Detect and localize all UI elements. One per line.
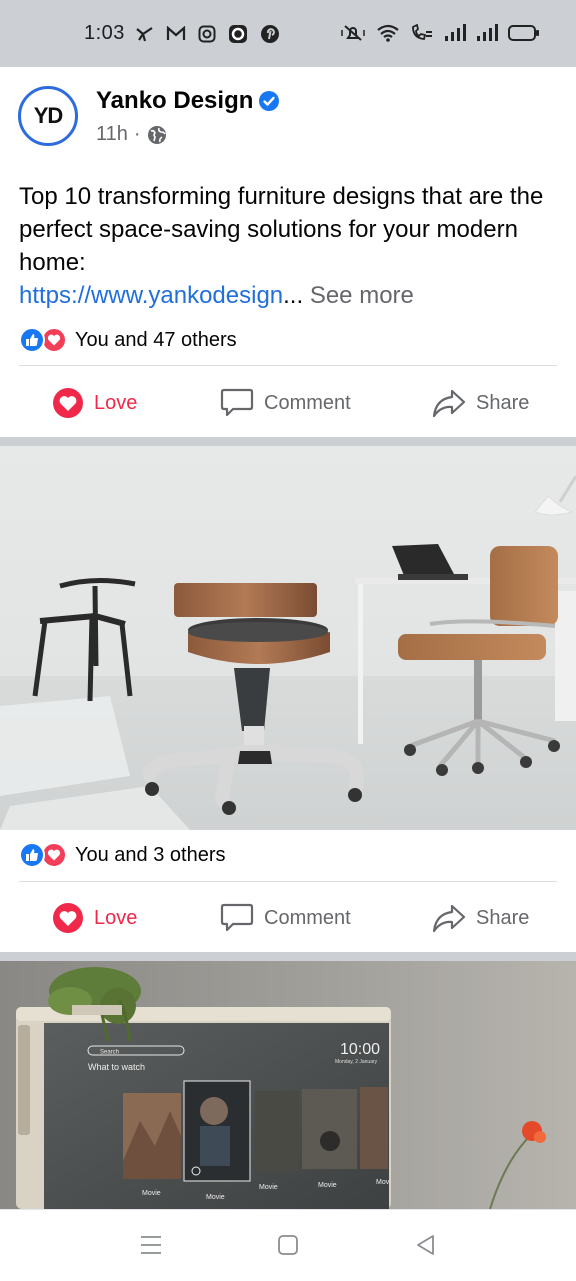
tv-clock: 10:00 [340, 1041, 380, 1058]
battery-icon [508, 25, 539, 41]
tv-tile-label: Movie [259, 1184, 278, 1191]
tv-heading: What to watch [88, 1062, 145, 1072]
link-ellipsis: ... [283, 282, 304, 309]
system-nav-bar [0, 1209, 576, 1281]
reactions-count-text: You and 47 others [75, 328, 237, 351]
reactions-summary[interactable]: You and 3 others [19, 842, 226, 868]
avatar-initials: YD [33, 103, 64, 128]
photo-post-footer: You and 3 others Love Comment Share [0, 830, 576, 952]
tv-tile-label: Movie [318, 1182, 337, 1189]
signal-icon [445, 24, 466, 41]
feed-separator [0, 952, 576, 961]
love-button[interactable]: Love [52, 882, 137, 954]
comment-icon [220, 903, 254, 932]
opera-icon [229, 25, 247, 43]
share-button[interactable]: Share [432, 882, 529, 954]
post-link[interactable]: https://www.yankodesign [19, 282, 283, 309]
comment-button-label: Comment [264, 391, 351, 414]
page-name[interactable]: Yanko Design [96, 87, 253, 115]
comment-icon [220, 388, 254, 417]
system-status-icons [340, 24, 540, 42]
page-avatar[interactable]: YD [18, 86, 78, 146]
status-bar: 1:03 [0, 0, 576, 67]
post-body: Top 10 transforming furniture designs th… [19, 180, 559, 312]
twitter-bird-icon [136, 27, 153, 42]
love-button[interactable]: Love [52, 367, 137, 439]
share-button[interactable]: Share [432, 367, 529, 439]
notification-icons [136, 24, 280, 44]
wifi-icon [377, 24, 399, 42]
tv-date: Monday, 2 January [335, 1059, 378, 1065]
tv-tile-label: Movie [142, 1190, 161, 1197]
share-button-label: Share [476, 391, 530, 414]
reactions-summary[interactable]: You and 47 others [19, 327, 237, 353]
menu-icon[interactable] [141, 1235, 161, 1255]
photo-smart-tv-cabinet-with-plant[interactable]: Search What to watch 10:00 Monday, 2 Jan… [0, 961, 576, 1209]
verified-badge-icon [259, 91, 279, 111]
photo-transforming-stool-chair-office[interactable] [0, 446, 576, 830]
reactions-count-text: You and 3 others [75, 843, 226, 866]
mute-icon [341, 25, 365, 41]
feed-separator [0, 437, 576, 446]
tv-tile-label: Mov [376, 1179, 390, 1186]
post-action-bar: Love Comment Share [0, 882, 576, 954]
post-action-bar: Love Comment Share [0, 367, 576, 439]
post-text: Top 10 transforming furniture designs th… [19, 183, 544, 276]
like-reaction-icon [19, 842, 45, 868]
meta-separator: · [133, 123, 141, 145]
love-filled-icon [53, 388, 83, 418]
globe-icon [147, 125, 166, 144]
post-card: YD Yanko Design 11h · Top 10 transformin… [0, 67, 576, 437]
post-time[interactable]: 11h [96, 123, 128, 146]
pinterest-icon [261, 25, 279, 43]
comment-button-label: Comment [264, 906, 351, 929]
gmail-icon [166, 26, 186, 40]
see-more-link[interactable]: See more [310, 282, 414, 309]
comment-button[interactable]: Comment [220, 367, 351, 439]
comment-button[interactable]: Comment [220, 882, 351, 954]
instagram-icon [198, 25, 216, 43]
like-reaction-icon [19, 327, 45, 353]
status-time: 1:03 [84, 22, 125, 44]
tv-search-placeholder: Search [100, 1050, 119, 1056]
post-meta: 11h · [96, 123, 167, 146]
tv-tile-label: Movie [206, 1194, 225, 1201]
love-button-label: Love [94, 906, 138, 929]
signal-icon [477, 24, 498, 41]
divider [19, 365, 557, 366]
share-button-label: Share [476, 906, 530, 929]
share-arrow-icon [432, 389, 466, 418]
home-square-icon[interactable] [278, 1235, 298, 1255]
volte-call-icon [412, 24, 432, 40]
love-button-label: Love [94, 391, 138, 414]
back-triangle-icon[interactable] [415, 1234, 435, 1256]
love-filled-icon [53, 903, 83, 933]
share-arrow-icon [432, 904, 466, 933]
